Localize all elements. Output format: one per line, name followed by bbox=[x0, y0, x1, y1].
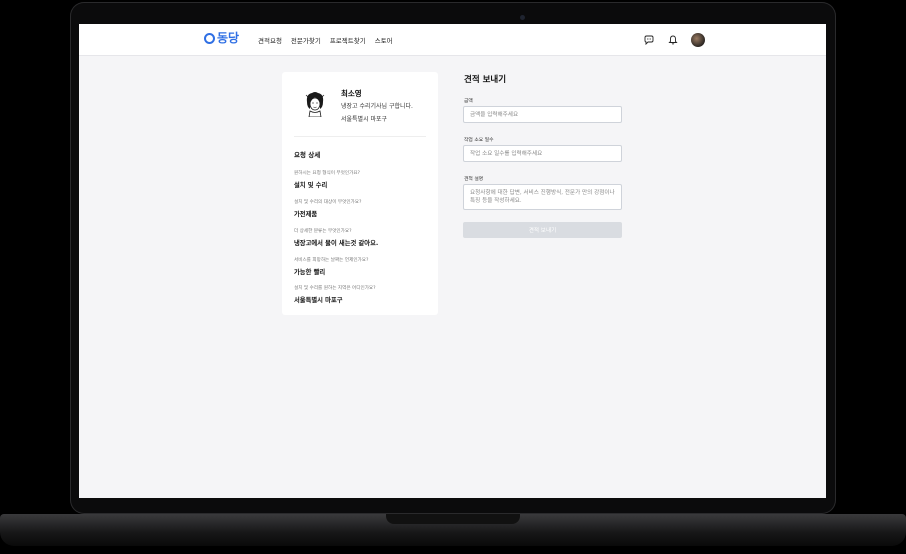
detail-question: 서비스를 희망하는 날짜는 언제인가요? bbox=[294, 258, 369, 263]
nav-quote-request[interactable]: 견적요청 bbox=[258, 35, 282, 45]
description-textarea[interactable]: 요청사항에 대한 답변, 서비스 진행방식, 전문가 만의 강점이나 특징 등을… bbox=[463, 184, 622, 210]
top-navigation: 동당 견적요청 전문가찾기 프로젝트찾기 스토어 bbox=[79, 24, 826, 56]
profile-avatar bbox=[301, 89, 329, 118]
detail-answer: 냉장고에서 물이 새는것 같아요. bbox=[294, 240, 379, 247]
header-actions bbox=[643, 33, 705, 47]
camera bbox=[520, 15, 525, 20]
chat-icon[interactable] bbox=[643, 34, 655, 46]
detail-question: 원하시는 요청 형식이 무엇인가요? bbox=[294, 171, 360, 176]
nav-find-expert[interactable]: 전문가찾기 bbox=[291, 35, 321, 45]
detail-item: 서비스를 희망하는 날짜는 언제인가요? 가능한 빨리 bbox=[294, 257, 434, 276]
logo-text: 동당 bbox=[217, 31, 240, 45]
days-label: 작업 소요 일수 bbox=[464, 138, 494, 143]
detail-item: 더 상세한 분류는 무엇인가요? 냉장고에서 물이 새는것 같아요. bbox=[294, 228, 434, 247]
request-detail-title: 요청 상세 bbox=[294, 151, 321, 159]
detail-question: 설치 및 수리를 원하는 지역은 어디인가요? bbox=[294, 286, 376, 291]
detail-question: 설치 및 수리의 대상이 무엇인가요? bbox=[294, 200, 362, 205]
nav-find-project[interactable]: 프로젝트찾기 bbox=[330, 35, 366, 45]
amount-input[interactable]: 금액을 입력해주세요 bbox=[463, 106, 622, 123]
description-label: 견적 설명 bbox=[464, 177, 484, 182]
request-card: 최소영 냉장고 수리기사님 구합니다. 서울특별시 마포구 요청 상세 원하시는… bbox=[282, 72, 438, 315]
detail-item: 원하시는 요청 형식이 무엇인가요? 설치 및 수리 bbox=[294, 170, 434, 189]
quote-form-title: 견적 보내기 bbox=[464, 75, 507, 85]
app-screen: 동당 견적요청 전문가찾기 프로젝트찾기 스토어 최소영 냉장고 수리기사님 구… bbox=[79, 24, 826, 498]
user-avatar[interactable] bbox=[691, 33, 705, 47]
detail-answer: 서울특별시 마포구 bbox=[294, 297, 343, 304]
amount-label: 금액 bbox=[464, 99, 473, 104]
send-quote-button[interactable]: 견적 보내기 bbox=[463, 222, 622, 238]
profile-name: 최소영 bbox=[341, 89, 362, 98]
nav-store[interactable]: 스토어 bbox=[375, 35, 393, 45]
laptop-notch bbox=[386, 514, 520, 524]
detail-answer: 설치 및 수리 bbox=[294, 182, 328, 189]
detail-item: 설치 및 수리의 대상이 무엇인가요? 가전제품 bbox=[294, 199, 434, 218]
detail-question: 더 상세한 분류는 무엇인가요? bbox=[294, 229, 352, 234]
main-nav: 견적요청 전문가찾기 프로젝트찾기 스토어 bbox=[258, 35, 393, 45]
detail-answer: 가전제품 bbox=[294, 211, 318, 218]
days-input[interactable]: 작업 소요 일수를 입력해주세요 bbox=[463, 145, 622, 162]
detail-answer: 가능한 빨리 bbox=[294, 269, 326, 276]
profile-intro: 냉장고 수리기사님 구합니다. bbox=[341, 103, 413, 110]
divider bbox=[294, 136, 426, 137]
profile-region: 서울특별시 마포구 bbox=[341, 116, 388, 123]
detail-item: 설치 및 수리를 원하는 지역은 어디인가요? 서울특별시 마포구 bbox=[294, 285, 434, 304]
logo-icon bbox=[204, 33, 215, 44]
bell-icon[interactable] bbox=[667, 34, 679, 46]
logo[interactable]: 동당 bbox=[204, 32, 239, 45]
